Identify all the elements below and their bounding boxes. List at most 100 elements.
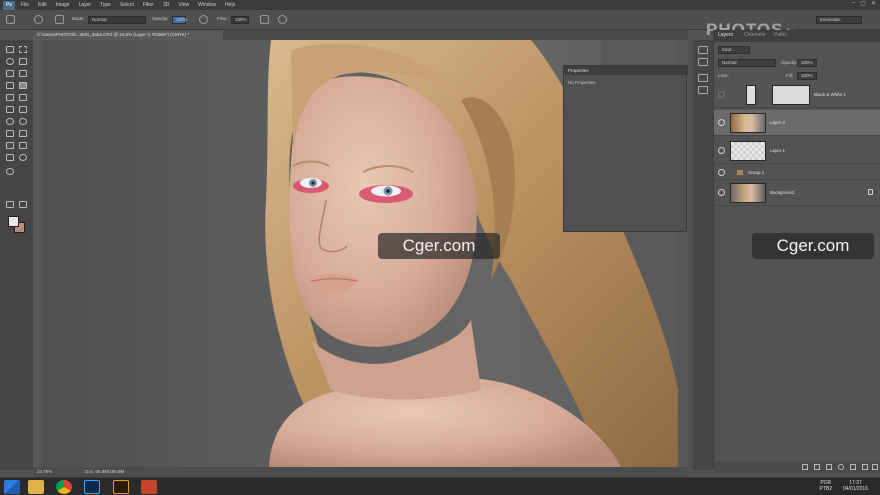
tab-paths[interactable]: Paths: [774, 32, 787, 38]
dodge-icon[interactable]: [19, 118, 27, 125]
minimize-button[interactable]: –: [852, 0, 855, 7]
bridge-icon[interactable]: [113, 480, 129, 494]
tab-layers[interactable]: Layers: [718, 32, 733, 38]
blend-mode-select[interactable]: Normal: [718, 59, 776, 67]
lasso-icon[interactable]: [6, 58, 14, 65]
menu-layer[interactable]: Layer: [79, 2, 92, 8]
maximize-button[interactable]: ▢: [860, 0, 866, 7]
menu-help[interactable]: Help: [225, 2, 235, 8]
photoshop-icon[interactable]: [84, 480, 100, 494]
menu-filter[interactable]: Filter: [143, 2, 154, 8]
status-bar: 24.76% Doc: 65.9M/198.8M: [33, 467, 688, 477]
gradient-icon[interactable]: [19, 106, 27, 113]
properties-tab[interactable]: Properties: [564, 66, 688, 75]
close-button[interactable]: ✕: [871, 0, 876, 7]
zoom-icon[interactable]: [19, 154, 27, 161]
layer-name: Group 1: [748, 170, 765, 175]
type-icon[interactable]: [19, 130, 27, 137]
workspace-select[interactable]: Essentials: [816, 16, 862, 24]
brush-panel-icon[interactable]: [55, 15, 64, 24]
new-group-icon[interactable]: [850, 464, 856, 470]
layer-name: Black & White 1: [814, 92, 846, 97]
shape-icon[interactable]: [19, 142, 27, 149]
foreground-color-swatch[interactable]: [8, 216, 19, 227]
mode-select[interactable]: Normal: [88, 16, 146, 24]
layer-filter-kind[interactable]: Kind: [718, 46, 750, 54]
fx-icon[interactable]: [814, 464, 820, 470]
properties-icon[interactable]: [698, 74, 708, 82]
layer-opacity-label: Opacity:: [781, 60, 798, 65]
more-tools-icon[interactable]: [6, 168, 14, 175]
layer-row-background[interactable]: Background: [714, 180, 880, 206]
layer-row-layer-2[interactable]: Layer 2: [714, 110, 880, 136]
pen-icon[interactable]: [6, 130, 14, 137]
quick-select-icon[interactable]: [19, 58, 27, 65]
brush-tool-icon[interactable]: [19, 82, 27, 89]
eyedropper-icon[interactable]: [19, 70, 27, 77]
path-select-icon[interactable]: [6, 142, 14, 149]
layers-panel-footer: [714, 462, 880, 472]
actions-icon[interactable]: [698, 58, 708, 66]
layer-opacity-field[interactable]: 100%: [797, 59, 817, 67]
brush-icon[interactable]: [6, 15, 15, 24]
opacity-field[interactable]: 100%: [172, 16, 188, 24]
pressure-opacity-icon[interactable]: [199, 15, 208, 24]
powerpoint-icon[interactable]: [141, 480, 157, 494]
document-tab[interactable]: C:\Users\PHOTOS\...\IMG_3454.CR2 @ 24.8%…: [33, 30, 223, 40]
pressure-size-icon[interactable]: [278, 15, 287, 24]
chrome-icon[interactable]: [56, 480, 72, 494]
properties-empty-text: No Properties: [568, 80, 596, 85]
menu-edit[interactable]: Edit: [38, 2, 47, 8]
layer-thumb: [730, 113, 766, 133]
eraser-icon[interactable]: [6, 106, 14, 113]
layer-row-group-1[interactable]: Group 1: [714, 166, 880, 180]
stamp-icon[interactable]: [6, 94, 14, 101]
adjustments-icon[interactable]: [698, 86, 708, 94]
eye-icon[interactable]: [718, 147, 725, 154]
explorer-icon[interactable]: [28, 480, 44, 494]
menu-select[interactable]: Select: [120, 2, 134, 8]
photoshop-window: Ps File Edit Image Layer Type Select Fil…: [0, 0, 880, 495]
marquee-icon[interactable]: [19, 46, 27, 53]
tab-channels[interactable]: Channels: [744, 32, 765, 38]
link-layers-icon[interactable]: [802, 464, 808, 470]
flow-field[interactable]: 100%: [231, 16, 249, 24]
menu-window[interactable]: Window: [198, 2, 216, 8]
eye-icon[interactable]: [718, 189, 725, 196]
eye-icon[interactable]: [718, 91, 725, 98]
lock-icon: [868, 189, 873, 195]
menu-file[interactable]: File: [21, 2, 29, 8]
hand-icon[interactable]: [6, 154, 14, 161]
heal-icon[interactable]: [6, 82, 14, 89]
flow-label: Flow:: [217, 16, 228, 21]
airbrush-icon[interactable]: [260, 15, 269, 24]
trash-icon[interactable]: [872, 464, 878, 470]
layer-name: Background: [770, 190, 795, 195]
watermark-center: Cger.com: [378, 233, 500, 259]
input-language[interactable]: POR PTB2: [819, 480, 832, 492]
quick-mask-icon[interactable]: [6, 201, 14, 208]
add-mask-icon[interactable]: [826, 464, 832, 470]
document-tab-bar: C:\Users\PHOTOS\...\IMG_3454.CR2 @ 24.8%…: [33, 30, 688, 40]
menu-3d[interactable]: 3D: [163, 2, 169, 8]
windows-icon[interactable]: [4, 480, 20, 494]
blur-icon[interactable]: [6, 118, 14, 125]
new-layer-icon[interactable]: [862, 464, 868, 470]
history-icon[interactable]: [698, 46, 708, 54]
menu-image[interactable]: Image: [56, 2, 70, 8]
layer-row-black-white[interactable]: Black & White 1: [714, 82, 880, 108]
eye-icon[interactable]: [718, 169, 725, 176]
crop-icon[interactable]: [6, 70, 14, 77]
system-clock[interactable]: 17:37 04/01/2016: [843, 480, 868, 492]
move-icon[interactable]: [6, 46, 14, 53]
screen-mode-icon[interactable]: [19, 201, 27, 208]
brush-preset-icon[interactable]: [34, 15, 43, 24]
layer-row-layer-1[interactable]: Layer 1: [714, 138, 880, 164]
history-brush-icon[interactable]: [19, 94, 27, 101]
menu-view[interactable]: View: [178, 2, 189, 8]
zoom-level[interactable]: 24.76%: [37, 467, 52, 477]
adjustment-layer-icon[interactable]: [838, 464, 844, 470]
menu-type[interactable]: Type: [100, 2, 111, 8]
eye-icon[interactable]: [718, 119, 725, 126]
fill-field[interactable]: 100%: [797, 72, 817, 80]
